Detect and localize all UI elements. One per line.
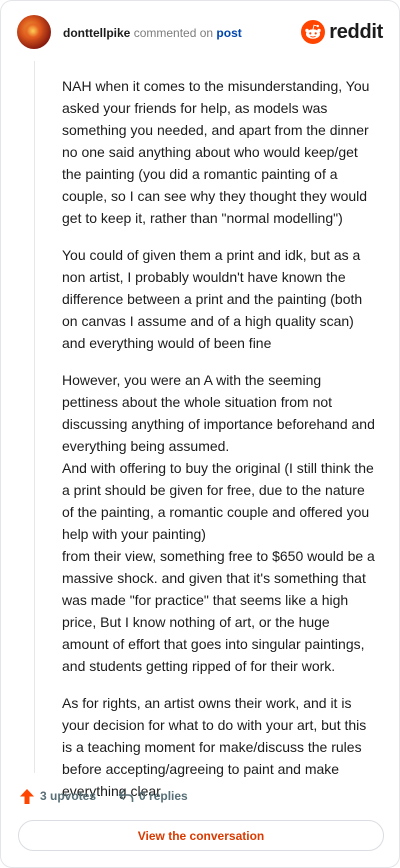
username-link[interactable]: donttellpike bbox=[63, 26, 130, 40]
comment-paragraph-2: You could of given them a print and idk,… bbox=[62, 247, 363, 351]
comment-body: NAH when it comes to the misunderstandin… bbox=[62, 75, 380, 817]
comment-paragraph-1: NAH when it comes to the misunderstandin… bbox=[62, 78, 370, 226]
reddit-wordmark: reddit bbox=[329, 20, 383, 43]
comment-card: donttellpike commented on post reddit NA… bbox=[0, 0, 400, 868]
user-avatar[interactable] bbox=[17, 15, 51, 49]
reddit-snoo-icon bbox=[301, 20, 326, 44]
comment-actions: 3 upvotes 0 replies bbox=[19, 785, 188, 807]
reply-arrow-icon bbox=[118, 789, 134, 802]
reply-button[interactable]: 0 replies bbox=[118, 789, 188, 803]
thread-line bbox=[34, 61, 35, 773]
comment-meta: donttellpike commented on post bbox=[63, 26, 242, 40]
upvote-count: 3 upvotes bbox=[40, 789, 97, 803]
view-conversation-button[interactable]: View the conversation bbox=[18, 820, 384, 851]
post-link[interactable]: post bbox=[216, 26, 241, 40]
comment-paragraph-3: However, you were an A with the seeming … bbox=[62, 372, 375, 674]
upvote-button[interactable]: 3 upvotes bbox=[19, 788, 96, 805]
commented-on-text: commented on bbox=[133, 26, 214, 40]
reddit-logo[interactable]: reddit bbox=[301, 20, 383, 44]
reply-count: 0 replies bbox=[139, 789, 188, 803]
comment-header: donttellpike commented on post reddit bbox=[17, 15, 383, 53]
upvote-arrow-icon bbox=[20, 788, 34, 804]
